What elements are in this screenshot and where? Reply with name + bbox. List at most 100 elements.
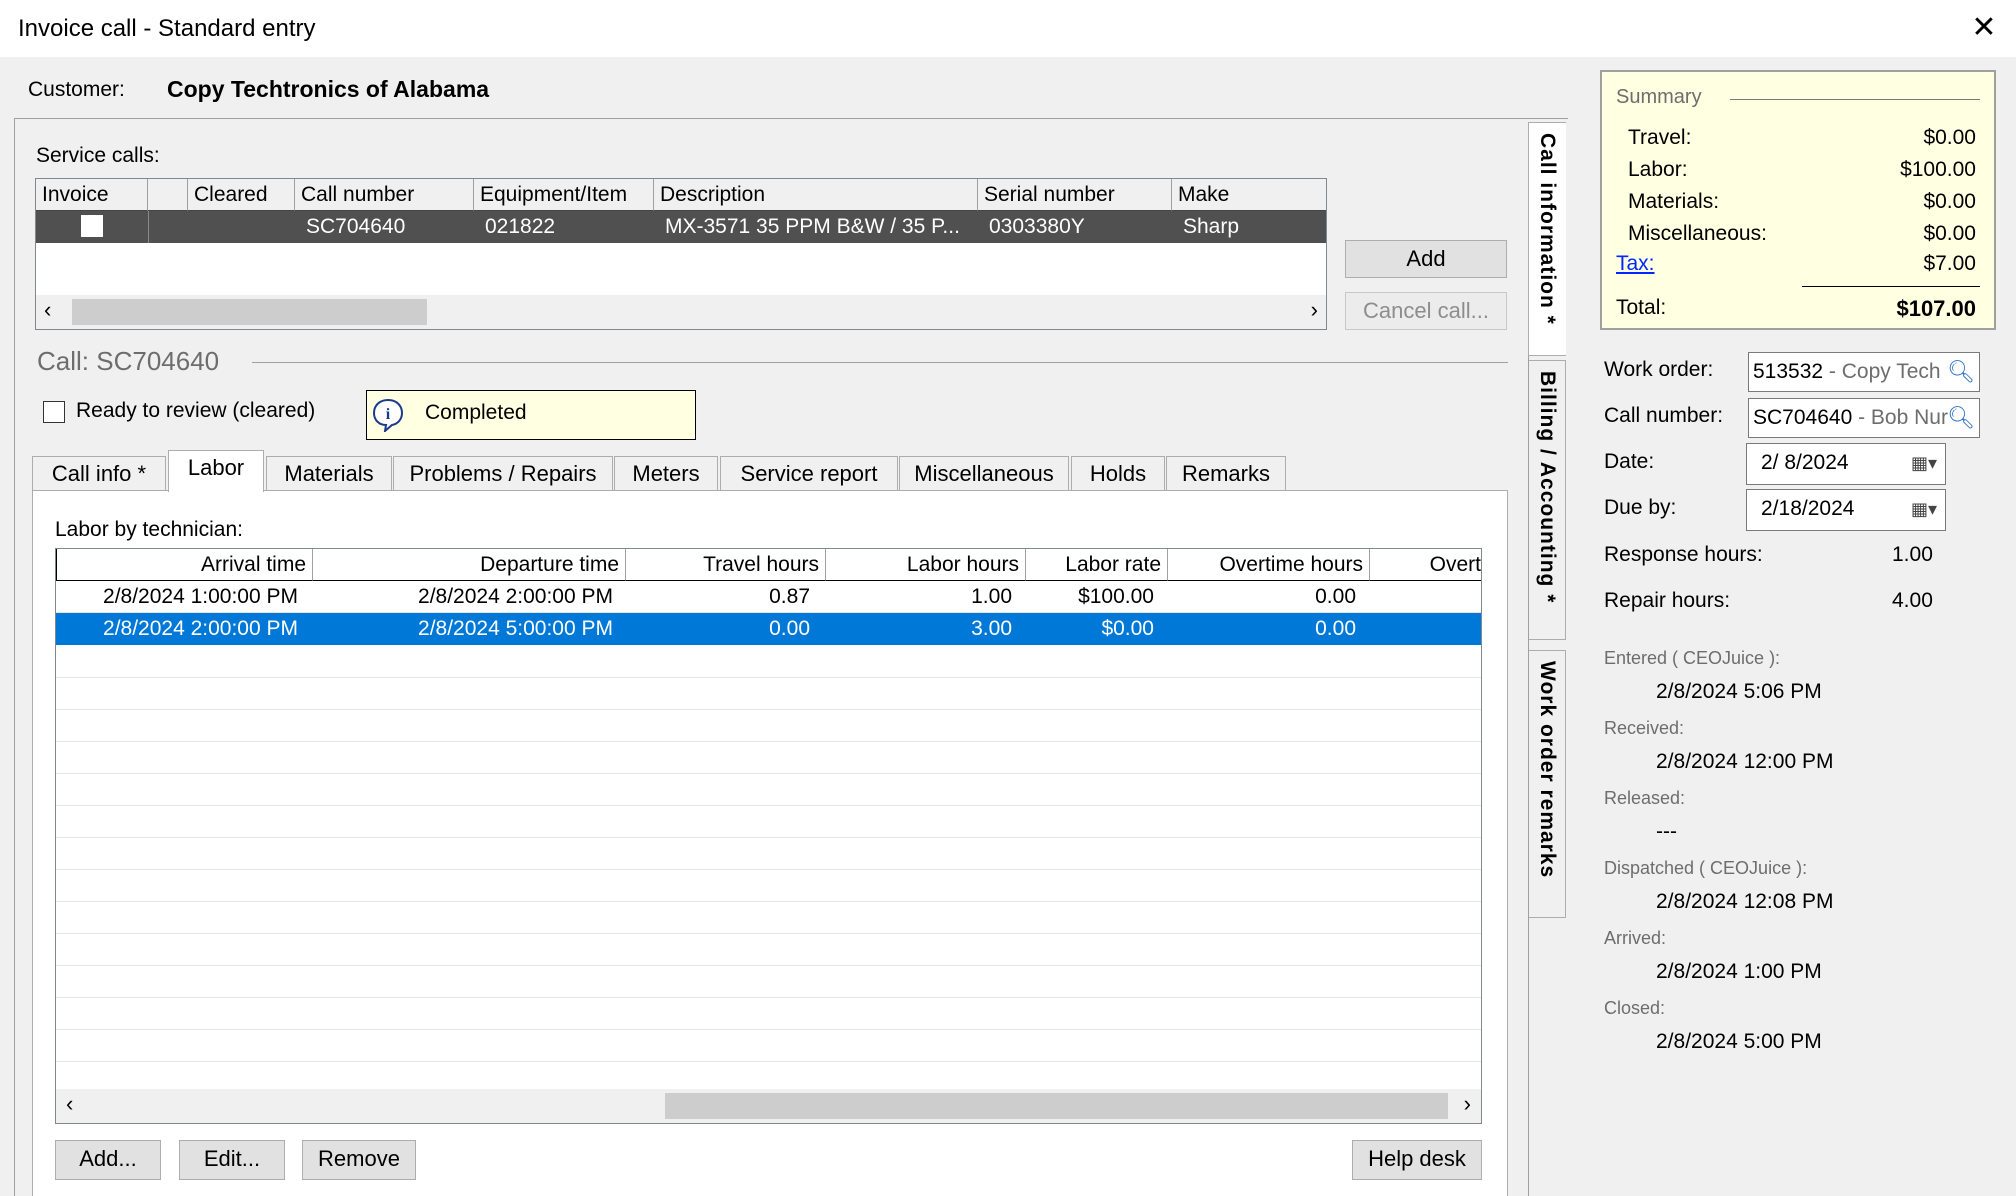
add-labor-button[interactable]: Add... xyxy=(55,1140,161,1180)
col-cleared[interactable]: Cleared xyxy=(188,179,295,211)
col-overtime-hours[interactable]: Overtime hours xyxy=(1168,549,1370,581)
col-blank[interactable] xyxy=(148,179,188,211)
labor-hscroll[interactable]: ‹ › xyxy=(56,1089,1481,1123)
arrived-value: 2/8/2024 1:00 PM xyxy=(1656,960,1822,983)
status-text: Completed xyxy=(425,401,527,424)
scroll-right-icon[interactable]: › xyxy=(1311,297,1318,323)
summary-labor: Labor: $100.00 xyxy=(1628,158,1976,181)
col-labor-rate[interactable]: Labor rate xyxy=(1026,549,1168,581)
side-divider xyxy=(1528,356,1529,1196)
summary-title: Summary xyxy=(1616,86,1702,108)
col-call-number[interactable]: Call number xyxy=(295,179,474,211)
labor-rate: $100.00 xyxy=(1078,585,1154,608)
service-call-row[interactable]: SC704640 021822 MX-3571 35 PPM B&W / 35 … xyxy=(36,211,1326,243)
cancel-call-button[interactable]: Cancel call... xyxy=(1345,292,1507,330)
help-desk-button[interactable]: Help desk xyxy=(1352,1140,1482,1180)
row-call-number: SC704640 xyxy=(306,215,406,238)
add-call-button[interactable]: Add xyxy=(1345,240,1507,278)
labor-by-technician-label: Labor by technician: xyxy=(55,518,243,542)
tab-remarks[interactable]: Remarks xyxy=(1166,456,1286,490)
lookup-icon[interactable]: 🔍︎ xyxy=(1947,399,1975,437)
summary-box: Summary Travel: $0.00 Labor: $100.00 Mater… xyxy=(1600,70,1996,330)
row-equipment: 021822 xyxy=(485,215,556,238)
tab-miscellaneous[interactable]: Miscellaneous xyxy=(899,456,1069,490)
side-tab-work-order-remarks[interactable]: Work order remarks xyxy=(1528,650,1566,918)
call-number-field[interactable]: SC704640 - Bob Nur 🔍︎ xyxy=(1748,398,1980,438)
scroll-thumb[interactable] xyxy=(72,299,427,325)
scroll-left-icon[interactable]: ‹ xyxy=(66,1091,73,1117)
tab-meters[interactable]: Meters xyxy=(614,456,718,490)
service-calls-label: Service calls: xyxy=(36,144,160,167)
tab-holds[interactable]: Holds xyxy=(1071,456,1165,490)
call-divider xyxy=(252,362,1508,363)
edit-labor-button[interactable]: Edit... xyxy=(179,1140,285,1180)
summary-materials: Materials: $0.00 xyxy=(1628,190,1976,213)
labor-rate: $0.00 xyxy=(1101,617,1154,640)
tab-service-report[interactable]: Service report xyxy=(720,456,898,490)
tab-problems-repairs[interactable]: Problems / Repairs xyxy=(393,456,613,490)
summary-tax: Tax: $7.00 xyxy=(1616,252,1976,275)
remove-labor-button[interactable]: Remove xyxy=(302,1140,416,1180)
row-make: Sharp xyxy=(1183,215,1240,238)
call-title: Call: SC704640 xyxy=(37,346,220,376)
labor-row[interactable]: 2/8/2024 1:00:00 PM 2/8/2024 2:00:00 PM … xyxy=(56,581,1481,613)
summary-misc: Miscellaneous: $0.00 xyxy=(1628,222,1976,245)
arrived-label: Arrived: xyxy=(1604,928,1667,948)
col-overtime-truncated[interactable]: Overt xyxy=(1370,549,1481,581)
total-divider xyxy=(1802,286,1980,287)
tab-materials[interactable]: Materials xyxy=(266,456,392,490)
service-calls-hscroll[interactable]: ‹ › xyxy=(36,295,1326,329)
ready-to-review-checkbox[interactable] xyxy=(43,401,65,423)
col-description[interactable]: Description xyxy=(654,179,978,211)
customer-label: Customer: xyxy=(28,78,125,101)
col-make[interactable]: Make xyxy=(1172,179,1326,211)
col-departure-time[interactable]: Departure time xyxy=(313,549,626,581)
closed-label: Closed: xyxy=(1604,998,1666,1018)
title-bar: Invoice call - Standard entry ✕ xyxy=(0,0,2016,58)
lookup-icon[interactable]: 🔍︎ xyxy=(1947,353,1975,391)
response-hours-label: Response hours: xyxy=(1604,543,1763,566)
labor-row-selected[interactable]: 2/8/2024 2:00:00 PM 2/8/2024 5:00:00 PM … xyxy=(56,613,1481,645)
date-field[interactable]: 2/ 8/2024 ▦▾ xyxy=(1746,443,1946,485)
ready-to-review-label[interactable]: Ready to review (cleared) xyxy=(76,399,315,423)
closed-value: 2/8/2024 5:00 PM xyxy=(1656,1030,1822,1053)
side-tab-call-information[interactable]: Call information * xyxy=(1528,122,1566,356)
col-travel-hours[interactable]: Travel hours xyxy=(626,549,826,581)
labor-travel: 0.87 xyxy=(769,585,810,608)
dispatched-label: Dispatched ( CEOJuice ): xyxy=(1604,858,1808,878)
col-equipment[interactable]: Equipment/Item xyxy=(474,179,654,211)
labor-overtime: 0.00 xyxy=(1315,585,1356,608)
side-tab-billing-accounting[interactable]: Billing / Accounting * xyxy=(1528,360,1566,640)
col-serial[interactable]: Serial number xyxy=(978,179,1172,211)
labor-travel: 0.00 xyxy=(769,617,810,640)
due-by-label: Due by: xyxy=(1604,496,1677,519)
service-calls-grid: Invoice Cleared Call number Equipment/It… xyxy=(35,178,1327,330)
invoice-checkbox[interactable] xyxy=(81,215,103,237)
labor-arrival: 2/8/2024 1:00:00 PM xyxy=(103,585,298,608)
close-icon[interactable]: ✕ xyxy=(1962,6,2006,50)
scroll-left-icon[interactable]: ‹ xyxy=(44,297,51,323)
info-icon: i xyxy=(372,398,404,432)
tab-call-info[interactable]: Call info * xyxy=(32,456,166,490)
released-label: Released: xyxy=(1604,788,1686,808)
labor-departure: 2/8/2024 2:00:00 PM xyxy=(418,585,613,608)
status-box: i Completed xyxy=(366,390,696,440)
col-arrival-time[interactable]: Arrival time xyxy=(56,549,313,581)
calendar-dropdown-icon[interactable]: ▦▾ xyxy=(1911,444,1937,482)
labor-hours: 1.00 xyxy=(971,585,1012,608)
released-value: --- xyxy=(1656,820,1677,843)
calendar-dropdown-icon[interactable]: ▦▾ xyxy=(1911,490,1937,528)
svg-text:i: i xyxy=(386,406,391,423)
work-order-label: Work order: xyxy=(1604,358,1714,381)
col-invoice[interactable]: Invoice xyxy=(36,179,148,211)
tax-link[interactable]: Tax: xyxy=(1616,252,1655,275)
response-hours-value: 1.00 xyxy=(1892,543,1933,566)
labor-arrival: 2/8/2024 2:00:00 PM xyxy=(103,617,298,640)
work-order-field[interactable]: 513532 - Copy Tech 🔍︎ xyxy=(1748,352,1980,392)
entered-value: 2/8/2024 5:06 PM xyxy=(1656,680,1822,703)
due-by-field[interactable]: 2/18/2024 ▦▾ xyxy=(1746,489,1946,531)
col-labor-hours[interactable]: Labor hours xyxy=(826,549,1026,581)
scroll-thumb[interactable] xyxy=(665,1093,1448,1119)
tab-labor[interactable]: Labor xyxy=(168,450,264,492)
scroll-right-icon[interactable]: › xyxy=(1464,1091,1471,1117)
